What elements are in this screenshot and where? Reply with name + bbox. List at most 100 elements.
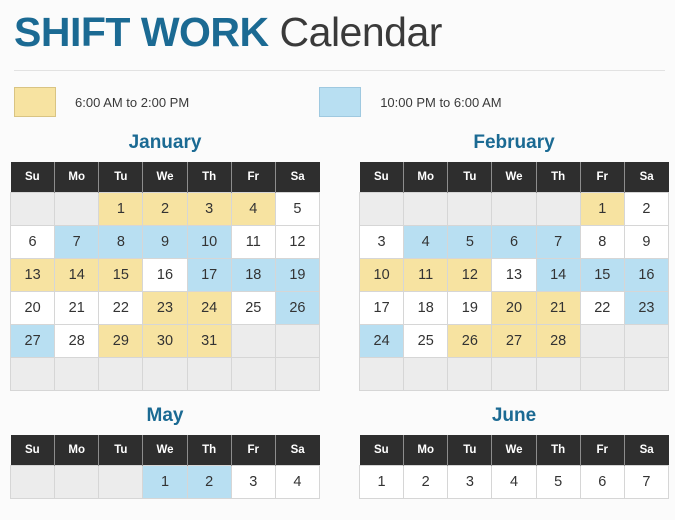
calendar-day-cell[interactable]: 7: [623, 465, 670, 499]
calendar-day-cell[interactable]: 4: [230, 192, 276, 226]
calendar-day-cell[interactable]: 8: [579, 225, 625, 259]
calendar-day-cell[interactable]: 10: [358, 258, 405, 292]
weekday-header-we: We: [491, 435, 537, 466]
calendar-day-cell[interactable]: 11: [230, 225, 276, 259]
weekday-header-row: Su Mo Tu We Th Fr Sa: [359, 435, 669, 466]
calendar-day-cell[interactable]: 23: [623, 291, 670, 325]
month-title: February: [473, 132, 555, 153]
page-title-light: Calendar: [268, 9, 443, 55]
calendar-day-cell[interactable]: 28: [535, 324, 581, 358]
weekday-header-row: Su Mo Tu We Th Fr Sa: [10, 435, 320, 466]
calendar-day-cell[interactable]: 30: [142, 324, 188, 358]
calendar-day-cell[interactable]: 19: [447, 291, 493, 325]
calendar-cell-empty: [98, 465, 144, 499]
calendar-day-cell[interactable]: 14: [535, 258, 581, 292]
calendar-day-cell[interactable]: 10: [186, 225, 232, 259]
calendar-day-cell[interactable]: 14: [54, 258, 100, 292]
calendar-day-cell[interactable]: 16: [623, 258, 670, 292]
calendar-day-cell[interactable]: 21: [535, 291, 581, 325]
calendar-day-cell[interactable]: 22: [579, 291, 625, 325]
calendar-day-cell[interactable]: 29: [98, 324, 144, 358]
calendar-day-cell[interactable]: 13: [491, 258, 537, 292]
calendar-day-cell[interactable]: 1: [142, 465, 188, 499]
calendar-day-cell[interactable]: 1: [579, 192, 625, 226]
calendar-day-cell[interactable]: 1: [98, 192, 144, 226]
weekday-header-we: We: [142, 435, 188, 466]
calendar-cell-empty: [447, 357, 493, 391]
calendar-day-cell[interactable]: 2: [623, 192, 670, 226]
calendar-day-cell[interactable]: 26: [274, 291, 321, 325]
calendar-day-cell[interactable]: 5: [274, 192, 321, 226]
calendar-day-cell[interactable]: 22: [98, 291, 144, 325]
night-shift-label: 10:00 PM to 6:00 AM: [380, 94, 502, 110]
calendar-day-cell[interactable]: 17: [358, 291, 405, 325]
calendar-day-cell[interactable]: 3: [230, 465, 276, 499]
calendar-day-cell[interactable]: 4: [403, 225, 449, 259]
calendar-day-cell[interactable]: 19: [274, 258, 321, 292]
calendar-day-cell[interactable]: 12: [274, 225, 321, 259]
calendar-day-cell[interactable]: 6: [579, 465, 625, 499]
week-row: 3456789: [358, 225, 670, 259]
calendar-day-cell[interactable]: 18: [403, 291, 449, 325]
calendar-day-cell[interactable]: 6: [491, 225, 537, 259]
month-block: June Su Mo Tu We Th Fr Sa 1 2 3 4 5 6 7: [358, 405, 670, 499]
calendar-day-cell[interactable]: 4: [491, 465, 537, 499]
calendar-day-cell[interactable]: 27: [9, 324, 56, 358]
calendar-day-cell[interactable]: 6: [9, 225, 56, 259]
calendar-day-cell[interactable]: 25: [403, 324, 449, 358]
calendar-day-cell[interactable]: 12: [447, 258, 493, 292]
calendar-day-cell[interactable]: 20: [491, 291, 537, 325]
weekday-header-we: We: [491, 162, 537, 193]
calendar-day-cell[interactable]: 3: [186, 192, 232, 226]
calendar-cell-empty: [230, 324, 276, 358]
calendar-day-cell[interactable]: 2: [403, 465, 449, 499]
weekday-header-th: Th: [186, 435, 232, 466]
calendar-day-cell[interactable]: 4: [274, 465, 321, 499]
calendar-day-cell[interactable]: 23: [142, 291, 188, 325]
calendar-day-cell[interactable]: 27: [491, 324, 537, 358]
calendar-day-cell[interactable]: 21: [54, 291, 100, 325]
calendar-day-cell[interactable]: 3: [358, 225, 405, 259]
month-grid-container: January Su Mo Tu We Th Fr Sa 1 2 3 4 5 6 7 8 9 10 11 12 13 14…: [0, 118, 675, 499]
calendar-day-cell[interactable]: 24: [186, 291, 232, 325]
weekday-header-we: We: [142, 162, 188, 193]
calendar-cell-empty: [535, 357, 581, 391]
calendar-day-cell[interactable]: 17: [186, 258, 232, 292]
calendar-day-cell[interactable]: 26: [447, 324, 493, 358]
calendar-day-cell[interactable]: 28: [54, 324, 100, 358]
calendar-day-cell[interactable]: 20: [9, 291, 56, 325]
month-block: February Su Mo Tu We Th Fr Sa 1 2 3 4 5 6 7 8 9 10 11 12 13 1…: [358, 132, 670, 391]
calendar-day-cell[interactable]: 13: [9, 258, 56, 292]
calendar-day-cell[interactable]: 24: [358, 324, 405, 358]
weekday-header-row: Su Mo Tu We Th Fr Sa: [10, 162, 320, 193]
calendar-day-cell[interactable]: 15: [579, 258, 625, 292]
calendar-day-cell[interactable]: 15: [98, 258, 144, 292]
calendar-day-cell[interactable]: 2: [142, 192, 188, 226]
legend-item-day-shift: 6:00 AM to 2:00 PM: [14, 87, 189, 117]
weekday-header-row: Su Mo Tu We Th Fr Sa: [359, 162, 669, 193]
calendar-day-cell[interactable]: 25: [230, 291, 276, 325]
calendar-day-cell[interactable]: 8: [98, 225, 144, 259]
calendar-cell-empty: [579, 324, 625, 358]
calendar-day-cell[interactable]: 3: [447, 465, 493, 499]
calendar-cell-empty: [54, 465, 100, 499]
week-row: 24 25 26 27 28: [358, 324, 670, 358]
calendar-day-cell[interactable]: 7: [54, 225, 100, 259]
calendar-day-cell[interactable]: 16: [142, 258, 188, 292]
calendar-day-cell[interactable]: 9: [623, 225, 670, 259]
calendar-day-cell[interactable]: 11: [403, 258, 449, 292]
calendar-cell-empty: [491, 357, 537, 391]
month-block: May Su Mo Tu We Th Fr Sa 1 2 3 4: [9, 405, 321, 499]
calendar-day-cell[interactable]: 7: [535, 225, 581, 259]
calendar-cell-empty: [274, 357, 321, 391]
calendar-day-cell[interactable]: 5: [447, 225, 493, 259]
calendar-day-cell[interactable]: 9: [142, 225, 188, 259]
calendar-day-cell[interactable]: 31: [186, 324, 232, 358]
calendar-day-cell[interactable]: 18: [230, 258, 276, 292]
calendar-cell-empty: [579, 357, 625, 391]
weekday-header-mo: Mo: [403, 435, 449, 466]
calendar-day-cell[interactable]: 1: [358, 465, 405, 499]
calendar-day-cell[interactable]: 2: [186, 465, 232, 499]
calendar-day-cell[interactable]: 5: [535, 465, 581, 499]
month-block: January Su Mo Tu We Th Fr Sa 1 2 3 4 5 6 7 8 9 10 11 12 13 14…: [9, 132, 321, 391]
